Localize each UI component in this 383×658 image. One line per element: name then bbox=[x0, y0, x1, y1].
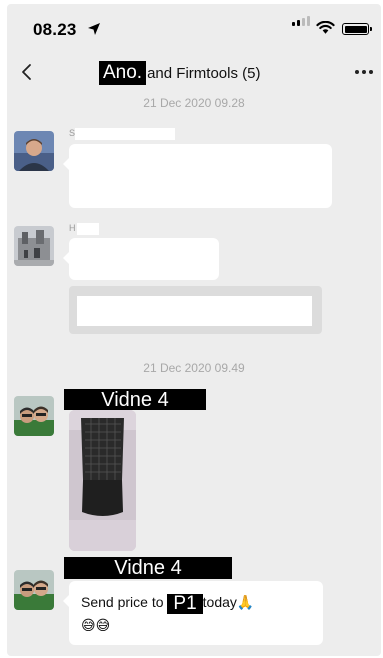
message-image[interactable] bbox=[69, 410, 136, 551]
chat-screen: 08.23 Ano. and Firmtools (5) 21 Dec 2020… bbox=[7, 4, 381, 656]
avatar[interactable] bbox=[14, 570, 54, 610]
quoted-message[interactable] bbox=[69, 286, 322, 334]
battery-icon bbox=[342, 23, 372, 35]
ellipsis-icon[interactable] bbox=[355, 70, 373, 74]
chevron-left-icon[interactable] bbox=[17, 62, 37, 82]
location-arrow-icon bbox=[88, 23, 100, 35]
wifi-icon bbox=[316, 21, 335, 34]
timestamp: 21 Dec 2020 09.28 bbox=[143, 96, 245, 110]
avatar[interactable] bbox=[14, 131, 54, 171]
status-time: 08.23 bbox=[33, 20, 77, 39]
message-text-part: today bbox=[202, 594, 237, 610]
pray-emoji: 🙏 bbox=[236, 595, 255, 611]
redaction-mask bbox=[75, 128, 175, 140]
avatar[interactable] bbox=[14, 396, 54, 436]
avatar[interactable] bbox=[14, 226, 54, 266]
sender-name-redacted: Vidne 4 bbox=[64, 557, 232, 579]
message-text: Send price to P1 today🙏 bbox=[81, 591, 254, 614]
redacted-recipient: P1 bbox=[167, 594, 203, 614]
status-bar: 08.23 bbox=[7, 4, 381, 52]
quoted-message-content bbox=[77, 296, 312, 326]
sender-name-redacted: Vidne 4 bbox=[64, 389, 206, 411]
chat-title[interactable]: Ano. and Firmtools (5) bbox=[99, 60, 260, 86]
message-bubble[interactable] bbox=[63, 144, 332, 208]
emoji-line: 😅😅 bbox=[81, 618, 111, 634]
redaction-mask bbox=[77, 223, 99, 235]
chat-title-text: and Firmtools (5) bbox=[147, 64, 261, 82]
sender-name: H bbox=[69, 223, 76, 233]
timestamp: 21 Dec 2020 09.49 bbox=[143, 361, 245, 375]
message-text-part: Send price to bbox=[81, 594, 164, 610]
nav-bar: Ano. and Firmtools (5) bbox=[7, 52, 381, 92]
message-bubble[interactable]: Send price to P1 today🙏 😅😅 bbox=[63, 581, 323, 645]
redacted-group-name: Ano. bbox=[99, 61, 147, 85]
message-bubble[interactable] bbox=[63, 238, 219, 280]
